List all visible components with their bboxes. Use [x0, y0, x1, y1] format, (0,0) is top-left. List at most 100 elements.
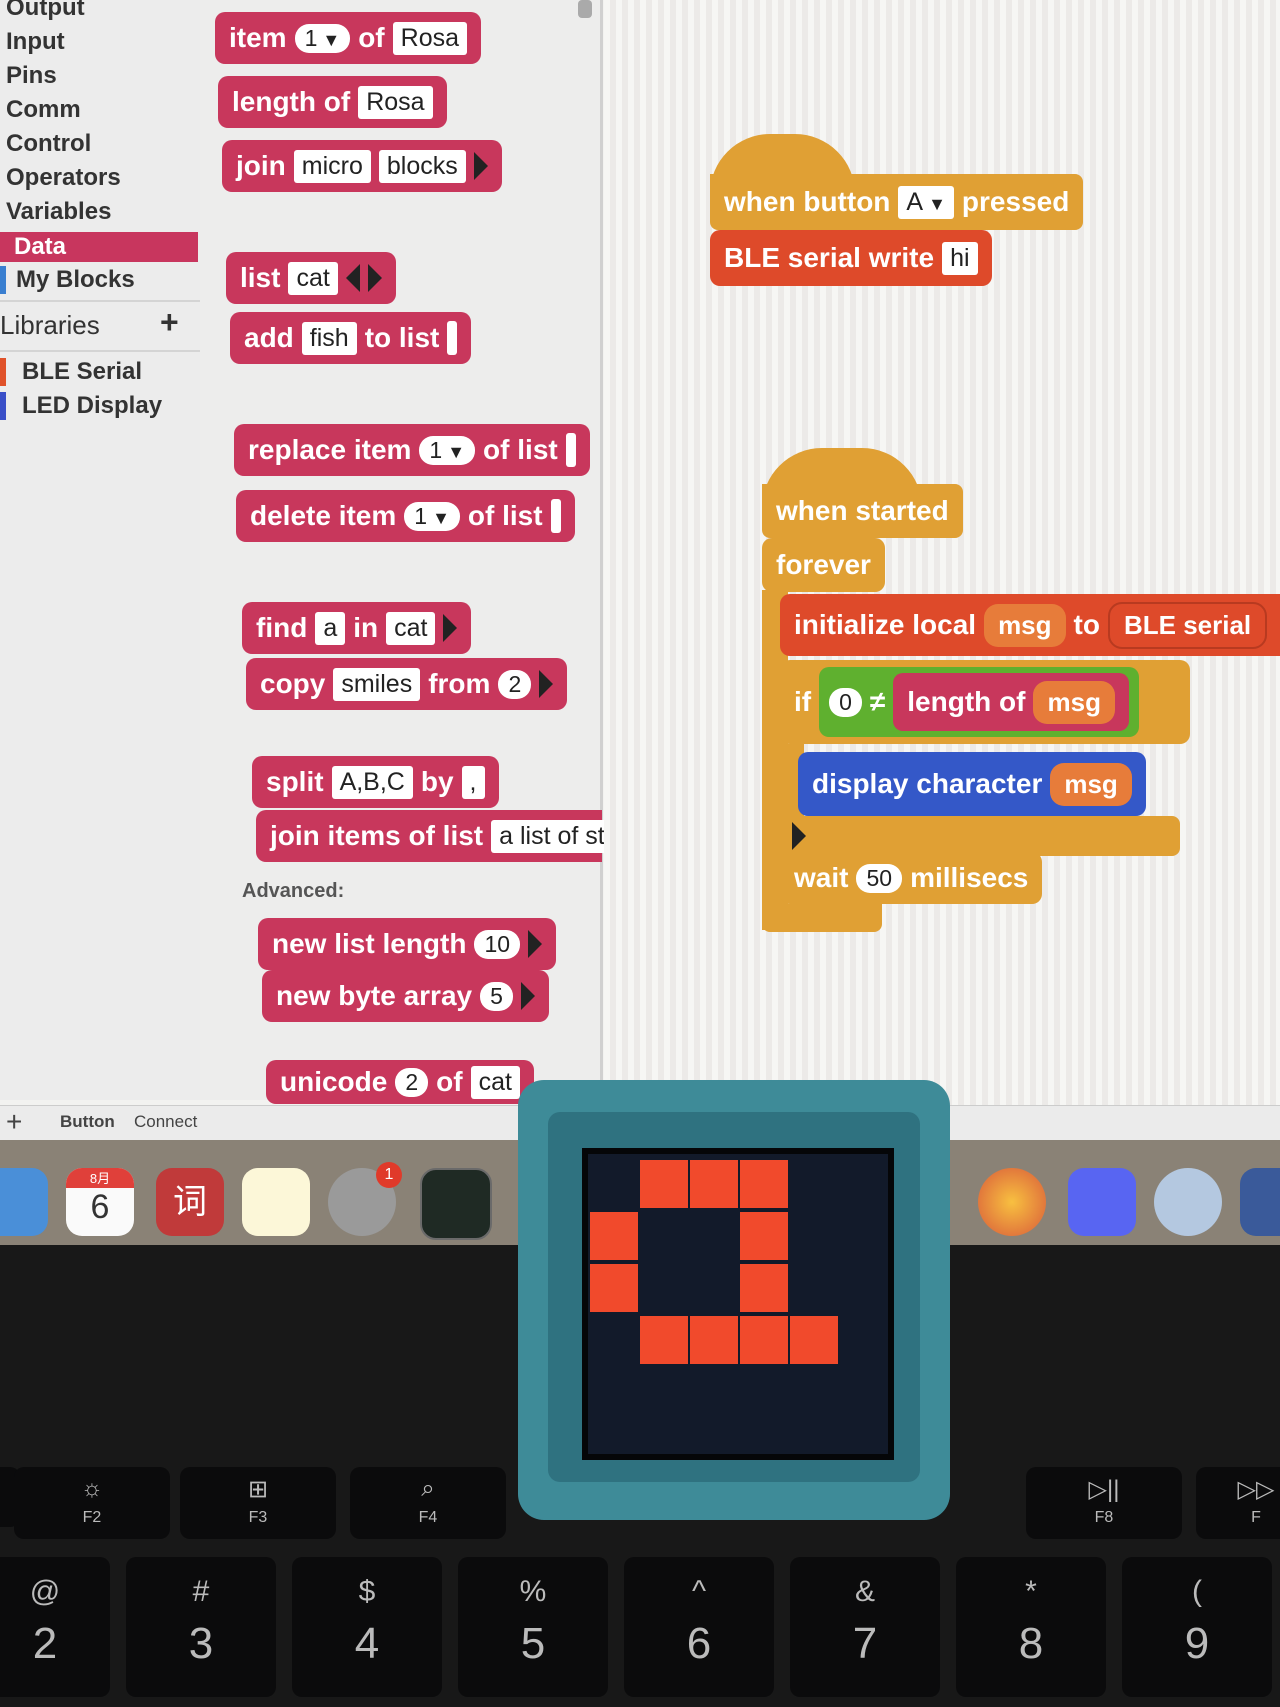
index-dropdown[interactable]: 1	[419, 435, 476, 465]
block-delete-item[interactable]: delete item 1 of list	[236, 490, 575, 542]
category-output[interactable]: Output	[6, 0, 85, 22]
ble-serial-read-reporter[interactable]: BLE serial	[1107, 601, 1268, 649]
list-slot[interactable]	[550, 499, 561, 533]
block-new-list-length[interactable]: new list length 10	[258, 918, 557, 970]
string-slot[interactable]: blocks	[378, 149, 466, 183]
item-slot[interactable]: a	[315, 611, 346, 645]
not-equal-reporter[interactable]: 0 ≠ length of msg	[819, 667, 1139, 737]
hot-air-balloon-icon[interactable]	[978, 1168, 1046, 1236]
key-f4[interactable]: ⌕ F4	[350, 1467, 506, 1539]
block-find[interactable]: find a in cat	[242, 602, 472, 654]
category-my-blocks[interactable]: My Blocks	[16, 266, 135, 294]
category-operators[interactable]: Operators	[6, 164, 121, 192]
dictionary-icon[interactable]: 词	[156, 1168, 224, 1236]
string-slot[interactable]: smiles	[333, 667, 421, 701]
separator-slot[interactable]: ,	[461, 765, 485, 799]
block-display-character[interactable]: display character msg	[798, 752, 1146, 816]
library-led-display[interactable]: LED Display	[22, 392, 162, 420]
script-area[interactable]	[604, 0, 1280, 1140]
button-label[interactable]: Button	[60, 1112, 115, 1132]
key-2[interactable]: @ 2	[0, 1557, 110, 1697]
expand-arrow-icon[interactable]	[443, 614, 458, 642]
expand-arrow-icon[interactable]	[528, 930, 543, 958]
number-slot[interactable]: 2	[395, 1067, 429, 1097]
expand-arrow-icon[interactable]	[367, 264, 382, 292]
variable-msg[interactable]: msg	[1050, 762, 1132, 806]
block-new-byte-array[interactable]: new byte array 5	[262, 970, 549, 1022]
number-slot[interactable]: 50	[856, 863, 903, 893]
app-icon[interactable]	[1240, 1168, 1280, 1236]
item-slot[interactable]: fish	[301, 321, 357, 355]
if-expand-arrow-icon[interactable]	[792, 822, 806, 850]
key-3[interactable]: # 3	[126, 1557, 276, 1697]
category-pins[interactable]: Pins	[6, 62, 57, 90]
list-slot[interactable]	[447, 321, 458, 355]
block-join[interactable]: join micro blocks	[222, 140, 502, 192]
variable-name-slot[interactable]: msg	[984, 603, 1066, 647]
block-initialize-local[interactable]: initialize local msg to BLE serial	[780, 594, 1280, 656]
key-f3[interactable]: ⊞ F3	[180, 1467, 336, 1539]
expand-arrow-icon[interactable]	[473, 152, 488, 180]
category-data[interactable]: Data	[0, 232, 198, 262]
block-when-button-pressed[interactable]: when button A pressed	[710, 174, 1084, 230]
number-slot[interactable]: 5	[480, 981, 513, 1011]
block-forever[interactable]: forever	[762, 538, 885, 592]
category-input[interactable]: Input	[6, 28, 65, 56]
button-dropdown[interactable]: A	[898, 185, 954, 219]
discord-icon[interactable]	[1068, 1168, 1136, 1236]
index-dropdown[interactable]: 1	[294, 23, 351, 53]
block-replace-item[interactable]: replace item 1 of list	[234, 424, 590, 476]
add-button[interactable]: +	[6, 1106, 22, 1138]
library-ble-serial[interactable]: BLE Serial	[22, 358, 142, 386]
expand-arrow-icon[interactable]	[520, 982, 535, 1010]
string-slot[interactable]: hi	[942, 241, 978, 275]
palette-scrollbar[interactable]	[578, 0, 592, 18]
key-7[interactable]: & 7	[790, 1557, 940, 1697]
key-9[interactable]: ( 9	[1122, 1557, 1272, 1697]
calendar-icon[interactable]: 8月 6	[66, 1168, 134, 1236]
block-ble-serial-write[interactable]: BLE serial write hi	[710, 230, 992, 286]
category-variables[interactable]: Variables	[6, 198, 111, 226]
block-list[interactable]: list cat	[226, 252, 396, 304]
variable-msg[interactable]: msg	[1033, 680, 1115, 724]
block-wait[interactable]: wait 50 millisecs	[780, 852, 1043, 904]
key-8[interactable]: * 8	[956, 1557, 1106, 1697]
number-slot[interactable]: 10	[474, 929, 521, 959]
block-when-started[interactable]: when started	[762, 484, 963, 538]
category-control[interactable]: Control	[6, 130, 91, 158]
list-slot[interactable]: Rosa	[358, 85, 433, 119]
string-slot[interactable]: A,B,C	[331, 765, 413, 799]
maps-icon[interactable]	[0, 1168, 48, 1236]
key-6[interactable]: ^ 6	[624, 1557, 774, 1697]
string-slot[interactable]: micro	[293, 149, 371, 183]
block-item-of[interactable]: item 1 of Rosa	[215, 12, 482, 64]
list-slot[interactable]: cat	[386, 611, 436, 645]
block-if[interactable]: if 0 ≠ length of msg	[780, 660, 1190, 744]
lock-icon[interactable]	[1154, 1168, 1222, 1236]
key-5[interactable]: % 5	[458, 1557, 608, 1697]
number-slot[interactable]: 2	[498, 669, 532, 699]
number-slot[interactable]: 0	[829, 687, 862, 717]
notes-icon[interactable]	[242, 1168, 310, 1236]
collapse-arrow-icon[interactable]	[345, 264, 360, 292]
activity-monitor-icon[interactable]	[420, 1168, 492, 1240]
key-f2[interactable]: ☼ F2	[14, 1467, 170, 1539]
key-f9[interactable]: ▷▷ F	[1196, 1467, 1280, 1539]
block-join-items[interactable]: join items of list a list of stri	[256, 810, 627, 862]
block-add-to-list[interactable]: add fish to list	[230, 312, 472, 364]
block-length-of[interactable]: length of Rosa	[218, 76, 447, 128]
index-dropdown[interactable]: 1	[404, 501, 460, 531]
block-split[interactable]: split A,B,C by ,	[252, 756, 499, 808]
key-f8[interactable]: ▷|| F8	[1026, 1467, 1182, 1539]
block-copy[interactable]: copy smiles from 2	[246, 658, 568, 710]
item-slot[interactable]: cat	[288, 261, 338, 295]
length-of-reporter[interactable]: length of msg	[893, 673, 1129, 731]
expand-arrow-icon[interactable]	[539, 670, 554, 698]
string-slot[interactable]: cat	[470, 1065, 520, 1099]
add-library-button[interactable]: +	[160, 304, 179, 341]
key-4[interactable]: $ 4	[292, 1557, 442, 1697]
category-comm[interactable]: Comm	[6, 96, 81, 124]
connect-label[interactable]: Connect	[134, 1112, 197, 1132]
block-unicode[interactable]: unicode 2 of cat	[266, 1060, 534, 1104]
list-slot[interactable]: Rosa	[392, 21, 468, 55]
